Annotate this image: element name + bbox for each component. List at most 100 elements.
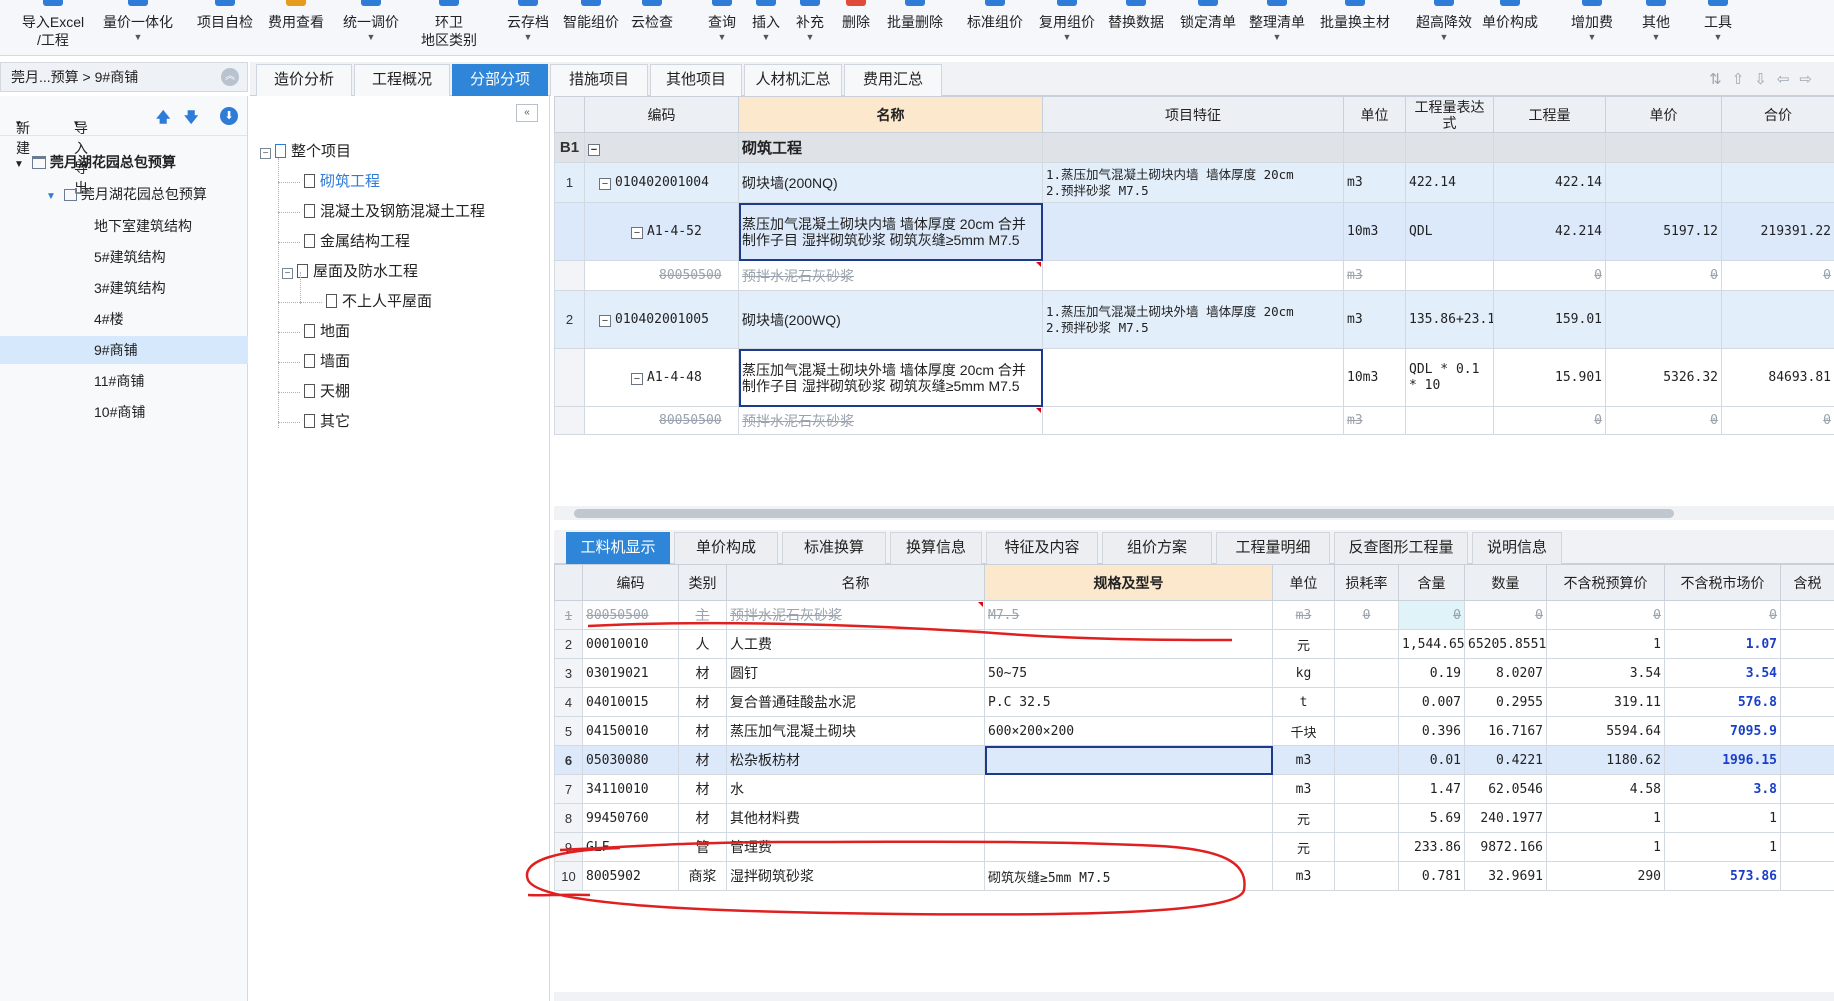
- upper-grid-header[interactable]: 工程量: [1493, 96, 1606, 133]
- resource-row[interactable]: 5 04150010 材蒸压加气混凝土砌块 600×200×200 千块 0.396 16.…: [554, 716, 1834, 746]
- resource-row[interactable]: 1 80050500 主预拌水泥石灰砂浆 M7.5 m3 0 0 0 0 0: [554, 600, 1834, 630]
- toolbar-button-16[interactable]: 替换数据: [1104, 0, 1168, 56]
- bottom-tab[interactable]: 单价构成: [674, 532, 778, 564]
- upper-grid-header[interactable]: 合价: [1721, 96, 1834, 133]
- dropdown-arrow-icon[interactable]: ▼: [336, 31, 406, 43]
- toolbar-button-3[interactable]: 费用查看: [264, 0, 328, 56]
- project-tree-item[interactable]: 3#建筑结构: [0, 274, 248, 302]
- bottom-tab[interactable]: 工程量明细: [1216, 532, 1330, 564]
- upper-horizontal-scrollbar[interactable]: [554, 506, 1834, 520]
- bottom-tab[interactable]: 说明信息: [1472, 532, 1562, 564]
- upper-grid-header[interactable]: 编码: [584, 96, 739, 133]
- main-tab[interactable]: 人材机汇总: [744, 64, 842, 96]
- item-row[interactable]: − A1-4-48 蒸压加气混凝土砌块外墙 墙体厚度 20cm 合并制作子目 湿拌砌…: [554, 348, 1834, 407]
- lower-grid-header[interactable]: 含量: [1398, 564, 1465, 601]
- collapse-up-icon[interactable]: ︽: [221, 68, 239, 86]
- main-tab[interactable]: 工程概况: [354, 64, 450, 96]
- item-row[interactable]: − A1-4-52 蒸压加气混凝土砌块内墙 墙体厚度 20cm 合并制作子目 湿拌砌…: [554, 202, 1834, 261]
- dropdown-arrow-icon[interactable]: ▼: [1412, 31, 1476, 43]
- item-name-cell[interactable]: 蒸压加气混凝土砌块内墙 墙体厚度 20cm 合并制作子目 湿拌砌筑砂浆 砌筑灰缝…: [738, 202, 1043, 261]
- dropdown-arrow-icon[interactable]: ▼: [790, 31, 830, 43]
- item-feature-cell[interactable]: [1042, 202, 1344, 261]
- item-row[interactable]: 80050500 预拌水泥石灰砂浆 m3 0 0 0: [554, 406, 1834, 435]
- project-tree-sub[interactable]: ▼ 莞月湖花园总包预算: [0, 180, 248, 208]
- lower-grid-header[interactable]: 规格及型号: [984, 564, 1273, 601]
- lower-grid-header[interactable]: 类别: [678, 564, 727, 601]
- bottom-tab[interactable]: 组价方案: [1102, 532, 1212, 564]
- row-move-icons[interactable]: ⇅⇧⇩⇦⇨: [1709, 70, 1822, 88]
- item-name-cell[interactable]: 砌块墙(200NQ): [738, 162, 1043, 203]
- toolbar-button-4[interactable]: 统一调价 ▼: [336, 0, 406, 56]
- upper-grid-header[interactable]: 工程量表达式: [1405, 96, 1494, 133]
- collapse-box-icon[interactable]: −: [588, 144, 600, 156]
- lower-grid-header[interactable]: 损耗率: [1334, 564, 1399, 601]
- toolbar-button-6[interactable]: 云存档 ▼: [504, 0, 552, 56]
- toolbar-button-23[interactable]: 其他 ▼: [1634, 0, 1678, 56]
- item-feature-cell[interactable]: [1042, 348, 1344, 407]
- bottom-tab[interactable]: 工料机显示: [566, 532, 670, 564]
- project-tree-item[interactable]: 地下室建筑结构: [0, 212, 248, 240]
- toolbar-button-5[interactable]: 环卫 地区类别: [418, 0, 480, 56]
- item-feature-cell[interactable]: 1.蒸压加气混凝土砌块内墙 墙体厚度 20cm 2.预拌砂浆 M7.5: [1042, 162, 1344, 203]
- resource-row[interactable]: 9 GLF 管管理费元 233.86 9872.166 1 1: [554, 832, 1834, 862]
- section-row[interactable]: B1− 砌筑工程: [554, 132, 1834, 163]
- bottom-tab[interactable]: 反查图形工程量: [1334, 532, 1468, 564]
- toolbar-button-14[interactable]: 标准组价: [962, 0, 1028, 56]
- toolbar-button-2[interactable]: 项目自检: [193, 0, 257, 56]
- main-tab[interactable]: 措施项目: [550, 64, 648, 96]
- section-tree-item[interactable]: 墙面: [304, 348, 350, 376]
- collapse-box-icon[interactable]: −: [631, 373, 643, 385]
- toolbar-button-19[interactable]: 批量换主材: [1314, 0, 1396, 56]
- item-name-cell[interactable]: 预拌水泥石灰砂浆: [738, 260, 1043, 291]
- item-name-cell[interactable]: 砌块墙(200WQ): [738, 290, 1043, 349]
- dropdown-arrow-icon[interactable]: ▼: [504, 31, 552, 43]
- download-icon[interactable]: ⬇: [220, 107, 238, 125]
- upper-grid-header[interactable]: 单位: [1343, 96, 1406, 133]
- project-tree-root[interactable]: ▼ 莞月湖花园总包预算: [0, 148, 248, 176]
- upper-grid-header[interactable]: 项目特征: [1042, 96, 1344, 133]
- lower-grid-header[interactable]: 单位: [1272, 564, 1335, 601]
- toolbar-button-13[interactable]: 批量删除: [882, 0, 948, 56]
- bottom-tab[interactable]: 特征及内容: [986, 532, 1098, 564]
- collapse-box-icon[interactable]: −: [260, 148, 271, 159]
- collapse-box-icon[interactable]: −: [282, 268, 293, 279]
- item-feature-cell[interactable]: [1042, 406, 1344, 435]
- dropdown-arrow-icon[interactable]: ▼: [1244, 31, 1310, 43]
- section-tree-item[interactable]: 金属结构工程: [304, 228, 410, 256]
- lower-grid-header[interactable]: 名称: [726, 564, 985, 601]
- dropdown-arrow-icon[interactable]: ▼: [1634, 31, 1678, 43]
- toolbar-button-21[interactable]: 单价构成: [1478, 0, 1542, 56]
- item-feature-cell[interactable]: [1042, 260, 1344, 291]
- lower-grid-header[interactable]: 不含税预算价: [1546, 564, 1665, 601]
- project-tree-item[interactable]: 10#商铺: [0, 398, 248, 426]
- lower-grid-header[interactable]: 含税: [1780, 564, 1834, 601]
- lower-grid-header[interactable]: 不含税市场价: [1664, 564, 1781, 601]
- dropdown-arrow-icon[interactable]: ▼: [746, 31, 786, 43]
- move-up-icon[interactable]: 🡅: [156, 107, 170, 131]
- main-tab[interactable]: 其他项目: [650, 64, 742, 96]
- item-row[interactable]: 1−010402001004 砌块墙(200NQ) 1.蒸压加气混凝土砌块内墙 墙体…: [554, 162, 1834, 203]
- section-tree-root[interactable]: − 整个项目: [260, 138, 351, 166]
- section-tree-item[interactable]: 天棚: [304, 378, 350, 406]
- resource-row[interactable]: 6 05030080 材松杂板枋材 m3 0.01 0.4221 1180.62 1996.1…: [554, 745, 1834, 775]
- section-tree-item[interactable]: 其它: [304, 408, 350, 436]
- item-name-cell[interactable]: 预拌水泥石灰砂浆: [738, 406, 1043, 435]
- item-feature-cell[interactable]: 1.蒸压加气混凝土砌块外墙 墙体厚度 20cm 2.预拌砂浆 M7.5: [1042, 290, 1344, 349]
- item-row[interactable]: 2−010402001005 砌块墙(200WQ) 1.蒸压加气混凝土砌块外墙 墙体…: [554, 290, 1834, 349]
- dropdown-arrow-icon[interactable]: ▼: [1696, 31, 1740, 43]
- project-tree-item[interactable]: 9#商铺: [0, 336, 248, 364]
- main-tab[interactable]: 费用汇总: [844, 64, 942, 96]
- project-tree-item[interactable]: 4#楼: [0, 305, 248, 333]
- section-tree-item[interactable]: 砌筑工程: [304, 168, 380, 196]
- toolbar-button-8[interactable]: 云检查: [626, 0, 678, 56]
- resource-row[interactable]: 3 03019021 材圆钉 50~75 kg 0.19 8.0207 3.54 3.54: [554, 658, 1834, 688]
- item-name-cell[interactable]: 蒸压加气混凝土砌块外墙 墙体厚度 20cm 合并制作子目 湿拌砌筑砂浆 砌筑灰缝…: [738, 348, 1043, 407]
- toolbar-button-12[interactable]: 删除: [836, 0, 876, 56]
- lower-grid-header[interactable]: 数量: [1464, 564, 1547, 601]
- upper-grid-header[interactable]: 单价: [1605, 96, 1722, 133]
- resource-row[interactable]: 10 8005902 商浆 湿拌砌筑砂浆 砌筑灰缝≥5mm M7.5 m3 0.781 32.…: [554, 861, 1834, 891]
- toolbar-button-22[interactable]: 增加费 ▼: [1566, 0, 1618, 56]
- item-row[interactable]: 80050500 预拌水泥石灰砂浆 m3 0 0 0: [554, 260, 1834, 291]
- project-tree-item[interactable]: 5#建筑结构: [0, 243, 248, 271]
- resource-row[interactable]: 4 04010015 材复合普通硅酸盐水泥 P.C 32.5 t 0.007 0.2955 3…: [554, 687, 1834, 717]
